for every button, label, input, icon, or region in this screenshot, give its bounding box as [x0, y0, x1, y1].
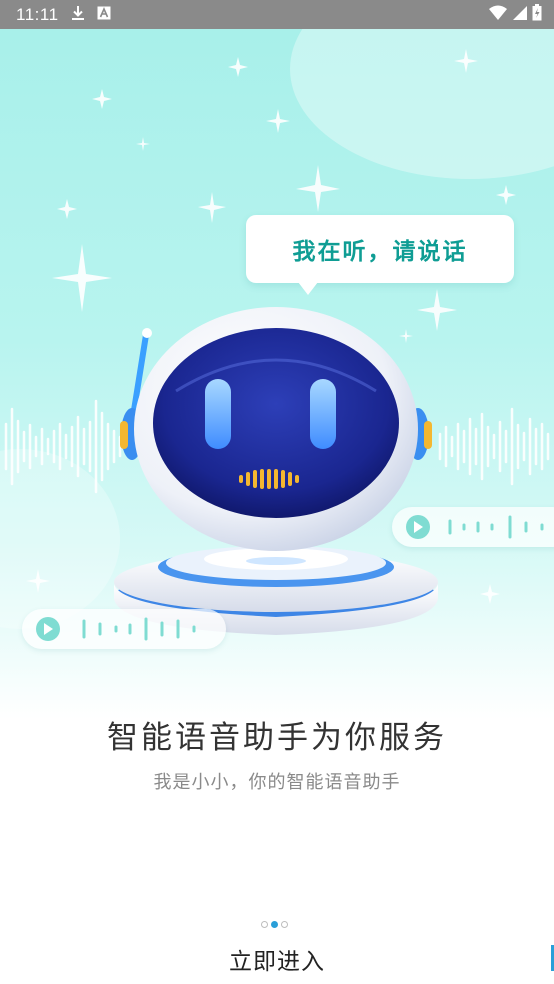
page-dot — [261, 921, 268, 928]
download-icon — [71, 5, 85, 25]
hero-illustration: 我在听，请说话 — [0, 29, 554, 719]
battery-charging-icon — [532, 4, 542, 25]
page-indicator — [261, 921, 288, 928]
play-icon — [36, 617, 196, 641]
enter-now-button[interactable]: 立即进入 — [177, 938, 377, 980]
voice-message-pill — [22, 609, 226, 649]
page-dot — [281, 921, 288, 928]
status-time: 11:11 — [16, 4, 59, 24]
voice-message-pill — [392, 507, 554, 547]
keyboard-a-icon — [97, 5, 111, 24]
onboarding-title: 智能语音助手为你服务 — [107, 720, 447, 756]
wifi-icon — [488, 5, 508, 25]
play-icon — [406, 515, 544, 539]
page-dot-active — [271, 921, 278, 928]
status-bar: 11:11 — [0, 0, 554, 29]
signal-icon — [512, 5, 528, 25]
onboarding-subtitle: 我是小小，你的智能语音助手 — [153, 772, 401, 793]
